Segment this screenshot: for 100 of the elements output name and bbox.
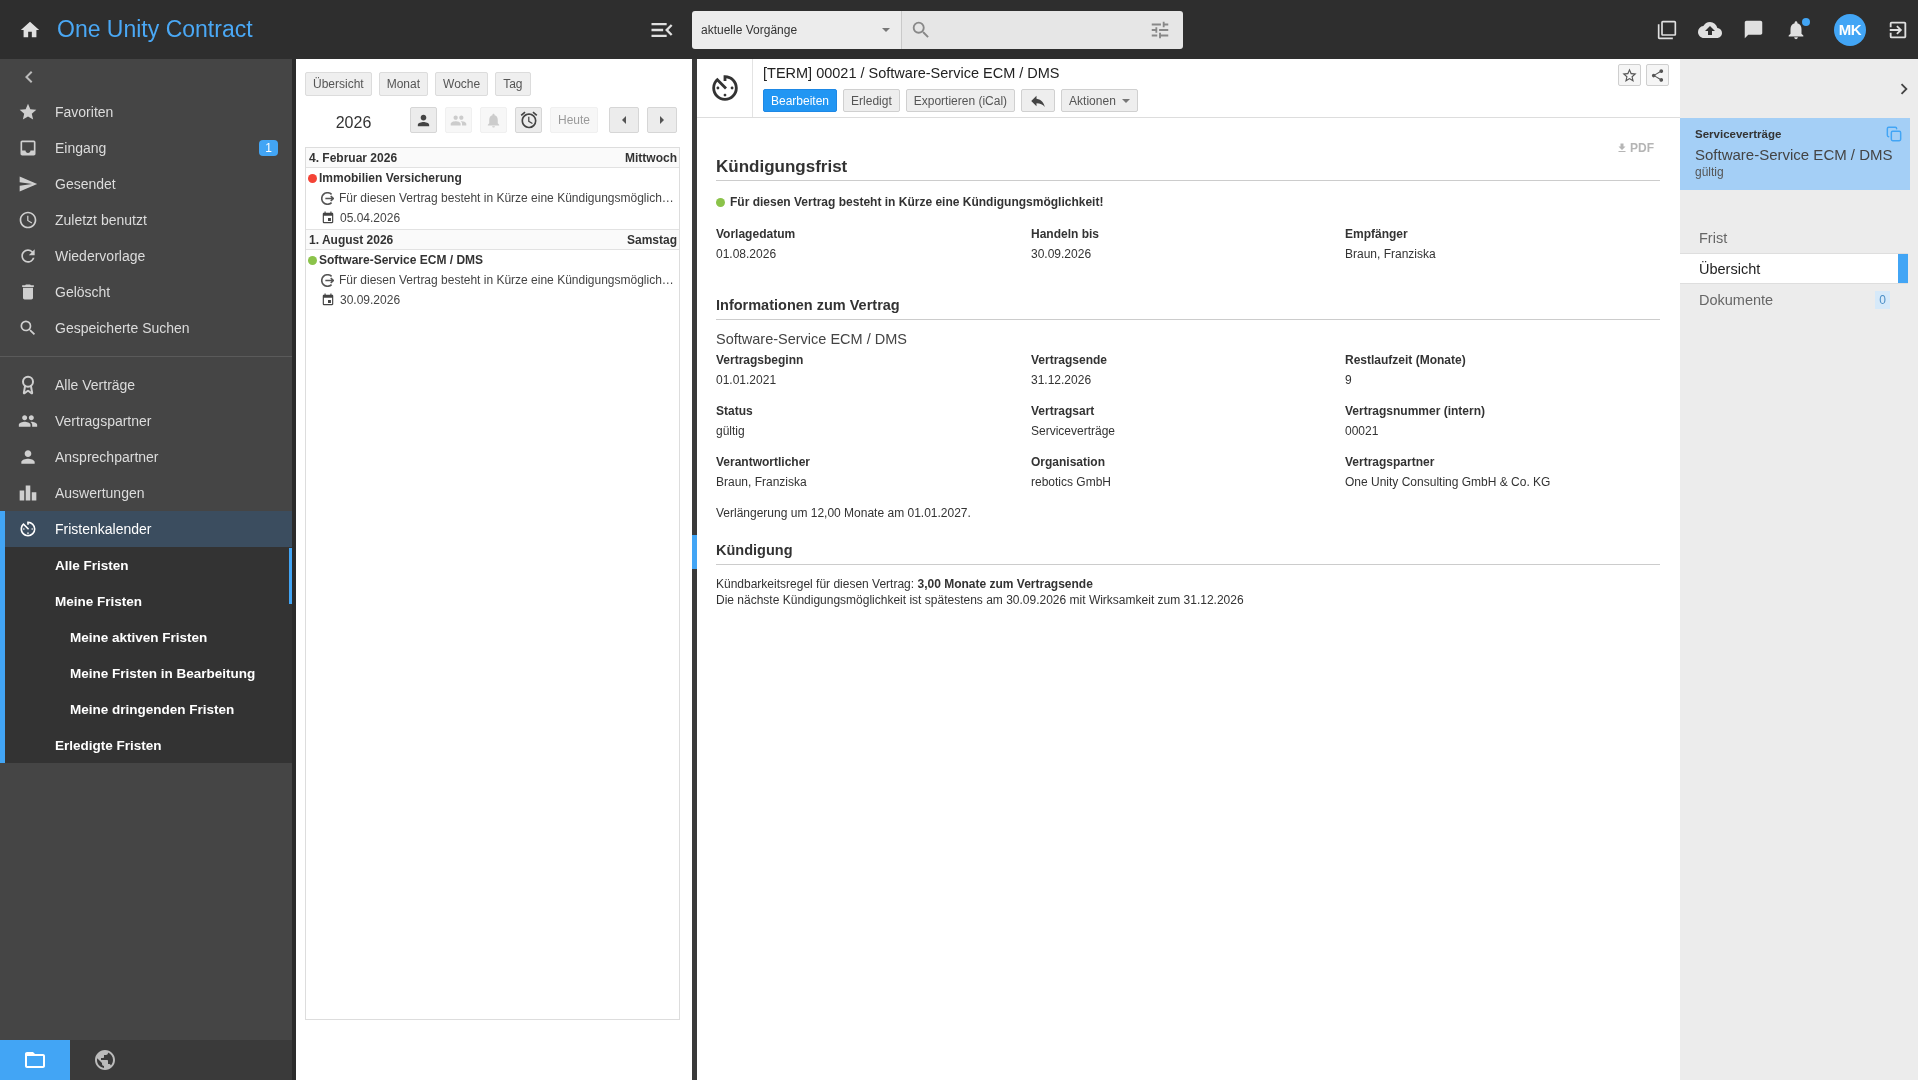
view-tab[interactable]: Übersicht	[305, 72, 372, 96]
scope-dropdown[interactable]: aktuelle Vorgänge	[692, 10, 902, 49]
entry-message: Für diesen Vertrag besteht in Kürze eine Kündigungsmöglich…	[339, 191, 674, 205]
year-label: 2026	[334, 112, 373, 132]
entry-title[interactable]: Immobilien Versicherung	[319, 171, 462, 185]
bar-chart-icon	[18, 483, 38, 503]
panel-tab[interactable]: Übersicht	[1680, 253, 1908, 284]
windows-icon[interactable]	[1657, 19, 1677, 40]
panel-tab[interactable]: Dokumente 0	[1680, 284, 1908, 315]
day-weekday: Samstag	[626, 232, 677, 247]
sidebar-item[interactable]: Alle Verträge	[0, 367, 292, 403]
scroll-indicator	[692, 535, 697, 569]
view-tab[interactable]: Monat	[378, 72, 429, 96]
search-field[interactable]	[902, 10, 1183, 49]
star-icon	[18, 102, 38, 122]
field-value: 01.08.2026	[716, 246, 777, 262]
download-icon	[1616, 142, 1628, 154]
field-value: gültig	[716, 423, 745, 439]
sidebar-subitem[interactable]: Meine Fristen in Bearbeitung	[0, 655, 292, 691]
arrow-circle-icon	[321, 191, 334, 205]
view-tab[interactable]: Tag	[495, 72, 531, 96]
calendar-icon	[321, 293, 335, 307]
view-tab[interactable]: Woche	[435, 72, 489, 96]
paragraph: Kündbarkeitsregel für diesen Vertrag: 3,00 Monate zum Vertragsende	[716, 576, 1093, 592]
field-label: Vertragsbeginn	[716, 352, 804, 368]
alarm-clock-icon	[518, 110, 539, 130]
entry-title[interactable]: Software-Service ECM / DMS	[319, 253, 484, 267]
search-icon	[18, 318, 38, 338]
caret-right-icon	[660, 116, 664, 124]
entry-date: 05.04.2026	[340, 211, 401, 225]
sidebar-item[interactable]: Ansprechpartner	[0, 439, 292, 475]
caret-left-icon	[622, 116, 626, 124]
field-label: Status	[716, 403, 753, 419]
sidebar-item[interactable]: Gesendet	[0, 166, 292, 202]
share-button[interactable]	[1646, 64, 1669, 86]
sidebar-subitem[interactable]: Meine dringenden Fristen	[0, 691, 292, 727]
field-label: Vorlagedatum	[716, 226, 796, 242]
sidebar-item[interactable]: Eingang 1	[0, 130, 292, 166]
field-value: One Unity Consulting GmbH & Co. KG	[1345, 474, 1551, 490]
sidebar-subitem[interactable]: Meine Fristen	[0, 583, 292, 619]
calendar-icon	[321, 211, 335, 225]
field-value: Braun, Franziska	[1345, 246, 1436, 262]
card-title: Software-Service ECM / DMS	[1695, 145, 1893, 165]
count-badge: 0	[1875, 290, 1890, 309]
panel-tab[interactable]: Frist	[1680, 222, 1908, 253]
refresh-icon	[18, 246, 38, 266]
action-button[interactable]: Exportieren (iCal)	[905, 89, 1016, 112]
alert-text: Für diesen Vertrag besteht in Kürze eine Kündigungsmöglichkeit!	[730, 195, 1104, 209]
bell-icon	[485, 111, 502, 129]
timer-icon	[18, 519, 38, 539]
section-title: Informationen zum Vertrag	[716, 296, 1660, 320]
contract-name: Software-Service ECM / DMS	[716, 330, 907, 348]
sidebar-item[interactable]: Zuletzt benutzt	[0, 202, 292, 238]
field-value: Braun, Franziska	[716, 474, 807, 490]
arrow-circle-icon	[321, 273, 334, 287]
count-badge: 1	[259, 140, 278, 156]
sidebar-item[interactable]: Wiedervorlage	[0, 238, 292, 274]
chat-icon[interactable]	[1743, 19, 1764, 40]
day-date: 4. Februar 2026	[309, 150, 398, 165]
inbox-icon	[18, 138, 38, 158]
field-label: Empfänger	[1345, 226, 1408, 242]
action-button[interactable]: Erledigt	[843, 89, 900, 112]
field-value: Serviceverträge	[1031, 423, 1116, 439]
field-label: Vertragspartner	[1345, 454, 1435, 470]
sidebar-item[interactable]: Gespeicherte Suchen	[0, 310, 292, 346]
sidebar-subitem[interactable]: Alle Fristen	[0, 547, 292, 583]
sidebar-subitem[interactable]: Meine aktiven Fristen	[0, 619, 292, 655]
section-heading: Kündigungsfrist	[716, 156, 1660, 181]
field-value: 30.09.2026	[1031, 246, 1092, 262]
field-value: 9	[1345, 372, 1352, 388]
globe-icon	[93, 1048, 117, 1072]
share-icon	[1650, 67, 1665, 83]
field-value: 01.01.2021	[716, 372, 777, 388]
my-items-toggle[interactable]	[410, 107, 437, 133]
favorite-button[interactable]	[1618, 64, 1641, 86]
field-label: Organisation	[1031, 454, 1105, 470]
sidebar-subitem[interactable]: Erledigte Fristen	[0, 727, 292, 763]
clock-icon	[18, 210, 38, 230]
day-date: 1. August 2026	[309, 232, 394, 247]
reply-button[interactable]	[1021, 89, 1056, 112]
field-label: Verantwortlicher	[716, 454, 811, 470]
app-title: One Unity Contract	[57, 16, 253, 43]
sidebar-item[interactable]: Auswertungen	[0, 475, 292, 511]
renewal-note: Verlängerung um 12,00 Monate am 01.01.2027.	[716, 505, 971, 521]
entry-date: 30.09.2026	[340, 293, 401, 307]
field-value: rebotics GmbH	[1031, 474, 1112, 490]
contract-card[interactable]: Serviceverträge Software-Service ECM / DMS gültig	[1680, 118, 1910, 190]
folder-tab[interactable]	[0, 1040, 70, 1080]
sidebar-item[interactable]: Vertragspartner	[0, 403, 292, 439]
field-label: Restlaufzeit (Monate)	[1345, 352, 1466, 368]
sidebar-item[interactable]: Favoriten	[0, 94, 292, 130]
sidebar-item[interactable]: Fristenkalender	[0, 511, 292, 547]
send-icon	[18, 174, 38, 194]
sidebar-item[interactable]: Gelöscht	[0, 274, 292, 310]
caret-icon	[882, 27, 890, 32]
field-value: 00021	[1345, 423, 1379, 439]
actions-dropdown-button[interactable]: Aktionen	[1061, 89, 1138, 112]
day-weekday: Mittwoch	[625, 150, 677, 165]
deadline-toggle[interactable]	[515, 107, 542, 133]
card-category: Serviceverträge	[1695, 127, 1782, 140]
